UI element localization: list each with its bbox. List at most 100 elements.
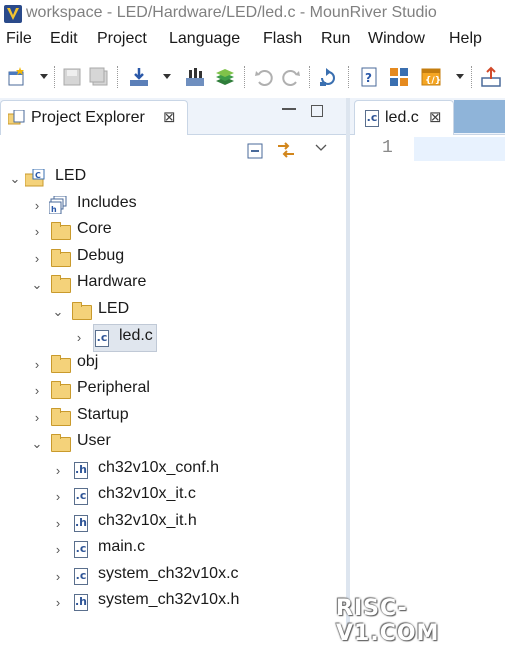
tree-item-peripheral[interactable]: › Peripheral [0,377,200,403]
maximize-icon[interactable] [311,105,323,117]
menu-flash[interactable]: Flash [263,30,302,48]
expand-arrow-icon[interactable]: ⌄ [52,304,64,320]
tree-item-debug[interactable]: › Debug [0,245,200,271]
c-file-icon: .c [72,567,92,585]
project-explorer-icon [8,110,25,125]
tree-item-led-c[interactable]: .c led.c [93,324,157,352]
menu-help[interactable]: Help [449,30,482,48]
expand-arrow-icon[interactable]: ⌄ [31,436,43,452]
run-dropdown-arrow-icon[interactable] [456,74,464,79]
build-icon[interactable] [184,66,206,88]
svg-text:C: C [35,171,41,180]
tree-item-label: Hardware [77,273,147,290]
toolbar-separator [309,66,311,88]
menu-run[interactable]: Run [321,30,350,48]
link-with-editor-icon[interactable] [276,140,296,160]
collapse-arrow-icon[interactable]: › [52,569,64,584]
main-toolbar: ? {/} [0,58,505,96]
close-tab-icon[interactable]: ⊠ [163,108,176,126]
collapse-arrow-icon[interactable]: › [52,489,64,504]
menu-project[interactable]: Project [97,30,147,48]
tree-item-label: ch32v10x_it.c [98,485,196,502]
build-all-icon[interactable] [214,66,236,88]
collapse-arrow-icon[interactable]: › [31,224,43,239]
h-file-icon: .h [72,461,92,479]
collapse-arrow-icon[interactable]: › [52,542,64,557]
save-all-icon[interactable] [88,66,110,88]
h-file-icon: .h [72,514,92,532]
c-file-icon: .c [363,109,379,127]
open-folder-icon [51,434,71,452]
collapse-arrow-icon[interactable]: › [31,198,43,213]
collapse-arrow-icon[interactable]: › [31,410,43,425]
collapse-arrow-icon[interactable]: › [52,463,64,478]
undo-icon[interactable] [253,66,275,88]
tree-item-system-ch32v10x-c[interactable]: › .c system_ch32v10x.c [0,563,260,589]
menu-file[interactable]: File [6,30,32,48]
collapse-all-icon[interactable] [246,142,264,160]
tree-item-ch32v10x-conf-h[interactable]: › .h ch32v10x_conf.h [0,457,260,483]
open-folder-icon [72,302,92,320]
minimize-icon[interactable] [282,108,296,110]
tab-project-explorer[interactable]: Project Explorer ⊠ [0,100,188,135]
download-icon[interactable] [128,66,150,88]
view-menu-icon[interactable] [315,144,327,152]
line-number: 1 [382,138,393,158]
project-explorer-tabbar: Project Explorer ⊠ [0,98,346,135]
tree-item-hardware[interactable]: ⌄ Hardware [0,271,200,297]
collapse-arrow-icon[interactable]: › [52,516,64,531]
window-title: workspace - LED/Hardware/LED/led.c - Mou… [26,4,437,21]
tree-item-label: Peripheral [77,379,150,396]
toolbar-separator [471,66,473,88]
project-explorer-panel: Project Explorer ⊠ ⌄ C LED › h Includes … [0,98,346,632]
collapse-arrow-icon[interactable]: › [73,330,85,345]
redo-icon[interactable] [280,66,302,88]
tree-item-ch32v10x-it-c[interactable]: › .c ch32v10x_it.c [0,483,260,509]
tree-item-user[interactable]: ⌄ User [0,430,200,456]
expand-arrow-icon[interactable]: ⌄ [9,171,21,187]
current-line-highlight[interactable] [414,137,505,161]
c-project-folder-icon: C [25,169,45,187]
tree-item-startup[interactable]: › Startup [0,404,200,430]
collapse-arrow-icon[interactable]: › [52,595,64,610]
editor-tab-label: led.c [385,109,419,126]
help-doc-icon[interactable]: ? [358,66,380,88]
menu-edit[interactable]: Edit [50,30,78,48]
toolbar-separator [117,66,119,88]
new-icon[interactable] [6,66,28,88]
tree-item-includes[interactable]: › h Includes [0,192,200,218]
watermark: RISC-V1.COM [336,596,440,646]
tab-led-c[interactable]: .c led.c ⊠ [354,100,454,135]
project-explorer-tab-label: Project Explorer [31,109,145,126]
tree-item-obj[interactable]: › obj [0,351,200,377]
tree-item-ch32v10x-it-h[interactable]: › .h ch32v10x_it.h [0,510,260,536]
editor-tabbar-background [454,100,505,133]
refresh-icon[interactable] [317,66,339,88]
expand-arrow-icon[interactable]: ⌄ [31,277,43,293]
collapse-arrow-icon[interactable]: › [31,357,43,372]
collapse-arrow-icon[interactable]: › [31,251,43,266]
tree-item-label: LED [55,167,87,184]
export-icon[interactable] [480,66,502,88]
menu-language[interactable]: Language [169,30,240,48]
run-config-icon[interactable]: {/} [420,66,442,88]
tree-item-system-ch32v10x-h[interactable]: › .h system_ch32v10x.h [0,589,260,615]
download-dropdown-arrow-icon[interactable] [163,74,171,79]
tree-item-core[interactable]: › Core [0,218,200,244]
tree-item-label: Debug [77,247,125,264]
menu-window[interactable]: Window [368,30,425,48]
tree-item-label: system_ch32v10x.h [98,591,240,608]
editor-tabbar: .c led.c ⊠ [350,98,505,135]
toolbar-separator [348,66,350,88]
collapse-arrow-icon[interactable]: › [31,383,43,398]
tree-item-main-c[interactable]: › .c main.c [0,536,260,562]
tree-item-project-led[interactable]: ⌄ C LED [0,165,200,191]
puzzle-icon[interactable] [388,66,410,88]
save-icon[interactable] [61,66,83,88]
line-number-gutter [350,135,410,632]
new-dropdown-arrow-icon[interactable] [40,74,48,79]
tree-item-led-folder[interactable]: ⌄ LED [0,298,200,324]
close-tab-icon[interactable]: ⊠ [429,108,442,126]
c-file-icon: .c [72,487,92,505]
c-file-icon: .c [72,540,92,558]
